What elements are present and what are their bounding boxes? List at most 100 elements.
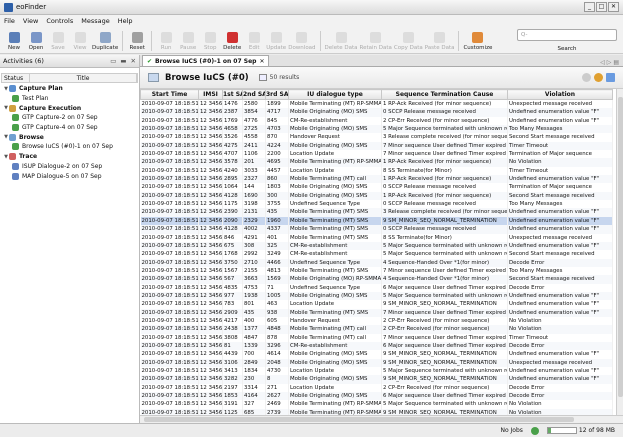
table-row[interactable]: 2010-09-07 18:18:51 12 3456 4658 2725 4703 Mo… [140, 125, 613, 134]
table-row[interactable]: 2010-09-07 18:18:51 12 3456 4240 3033 4457 Lo… [140, 166, 613, 176]
delete-button[interactable]: Delete [222, 32, 242, 51]
customize-button[interactable]: Customize [463, 32, 492, 51]
table-row[interactable]: 2010-09-07 18:18:51 12 3456 783 801 463 Locat… [140, 300, 613, 309]
run-button[interactable]: Run [156, 32, 176, 51]
table-row[interactable]: 2010-09-07 18:18:51 12 3456 4707 1106 2200 Lo… [140, 150, 613, 159]
table-row[interactable]: 2010-09-07 18:18:51 12 3456 3106 2849 2048 Mo… [140, 358, 613, 367]
tree-item-test-plan[interactable]: Test Plan [0, 94, 139, 104]
table-row[interactable]: 2010-09-07 18:18:51 12 3456 3526 4558 870 Han… [140, 133, 613, 142]
tree-item-gtp-capture-4-on-07-sep[interactable]: GTP Capture-4 on 07 Sep [0, 123, 139, 133]
table-row[interactable]: 2010-09-07 18:18:51 12 3456 3282 230 8 Mobile… [140, 375, 613, 384]
cell-sequence-termination-cause: 5 Major Sequence terminated with unknown… [381, 367, 508, 376]
table-row[interactable]: 2010-09-07 18:18:51 12 3456 2390 2131 435 Mob… [140, 208, 613, 217]
table-row[interactable]: 2010-09-07 18:18:51 12 3456 4835 4753 71 Unde… [140, 283, 613, 292]
table-row[interactable]: 2010-09-07 18:18:51 12 3456 3750 2710 4466 Un… [140, 258, 613, 267]
maximize-button[interactable]: □ [596, 2, 607, 12]
table-row[interactable]: 2010-09-07 18:18:51 12 3456 1064 144 1803 Mob… [140, 183, 613, 192]
table-row[interactable]: 2010-09-07 18:18:51 12 3456 4439 700 4614 Mob… [140, 350, 613, 359]
table-row[interactable]: 2010-09-07 18:18:51 12 3456 3808 4847 878 Mob… [140, 333, 613, 342]
memory-indicator[interactable]: 12 of 98 MB [546, 427, 615, 434]
edit-button[interactable]: Edit [244, 32, 264, 51]
tab-close-icon[interactable]: ✕ [259, 58, 264, 65]
table-row[interactable]: 2010-09-07 18:18:51 12 3456 3578 201 4695 Mob… [140, 158, 613, 167]
table-row[interactable]: 2010-09-07 18:18:51 12 3456 675 308 325 CM-Re… [140, 241, 613, 251]
column-header-sequence-termination-cause[interactable]: Sequence Termination Cause [381, 89, 508, 100]
menu-message[interactable]: Message [81, 17, 110, 25]
column-header-violation[interactable]: Violation [507, 89, 613, 100]
view-button[interactable]: View [70, 32, 90, 51]
table-row[interactable]: 2010-09-07 18:18:51 12 3456 567 3663 1569 Mob… [140, 275, 613, 284]
filter-icon[interactable] [582, 73, 591, 82]
table-row[interactable]: 2010-09-07 18:18:51 12 3456 1476 2580 1899 Mo… [140, 99, 613, 109]
table-row[interactable]: 2010-09-07 18:18:51 12 3456 4217 400 605 Hand… [140, 316, 613, 326]
duplicate-button[interactable]: Duplicate [92, 32, 118, 51]
tree-group-browse[interactable]: ▼ Browse [0, 132, 139, 142]
cell-violation: Undefined enumeration value "F" [507, 108, 613, 117]
pause-button[interactable]: Pause [178, 32, 198, 51]
reset-button[interactable]: Reset [127, 32, 147, 51]
open-button[interactable]: Open [26, 32, 46, 51]
tab-navigation-icons[interactable]: ◁ ▷ ▤ [600, 59, 623, 66]
table-row[interactable]: 2010-09-07 18:18:51 12 3456 3191 327 2469 Mob… [140, 400, 613, 409]
paste-data-button[interactable]: Paste Data [425, 32, 454, 51]
minimize-button[interactable]: _ [584, 2, 595, 12]
table-row[interactable]: 2010-09-07 18:18:51 12 3456 4128 4002 4337 Mo… [140, 225, 613, 234]
table-row[interactable]: 2010-09-07 18:18:51 12 3456 977 1938 1005 Mob… [140, 291, 613, 301]
tree-group-capture-plan[interactable]: ▼ Capture Plan [0, 84, 139, 94]
tree-group-trace[interactable]: ▼ Trace [0, 152, 139, 162]
menu-file[interactable]: File [4, 17, 15, 25]
table-row[interactable]: 2010-09-07 18:18:51 12 3456 1567 2155 4813 Mo… [140, 266, 613, 276]
horizontal-scrollbar[interactable] [140, 415, 623, 423]
table-row[interactable]: 2010-09-07 18:18:51 12 3456 1769 4776 845 CM-… [140, 116, 613, 126]
table-row[interactable]: 2010-09-07 18:18:51 12 3456 3413 1834 4730 Lo… [140, 367, 613, 376]
tree-label: Trace [19, 153, 38, 161]
refresh-icon[interactable] [594, 73, 603, 82]
pause-icon [182, 32, 194, 43]
column-header-3rd-sac[interactable]: 3rd SAC [265, 89, 289, 100]
menu-help[interactable]: Help [118, 17, 133, 25]
download-button[interactable]: Download [288, 32, 316, 51]
tree-group-capture-execution[interactable]: ▼ Capture Execution [0, 103, 139, 113]
table-row[interactable]: 2010-09-07 18:18:51 12 3456 81 1339 3296 CM-R… [140, 341, 613, 351]
table-row[interactable]: 2010-09-07 18:18:51 12 3456 4128 1690 300 Mob… [140, 191, 613, 201]
export-icon[interactable] [606, 73, 615, 82]
column-header-start-time[interactable]: Start Time [140, 89, 199, 100]
tab-browse-iucs[interactable]: ✔ Browse IuCS (#0)-1 on 07 Sep ✕ [142, 55, 270, 66]
status-column-header[interactable]: Status [2, 74, 30, 82]
search-input[interactable]: Q- [517, 29, 617, 41]
vertical-scrollbar[interactable] [616, 89, 623, 415]
table-row[interactable]: 2010-09-07 18:18:51 12 3456 2438 1377 4848 Mo… [140, 325, 613, 334]
table-row[interactable]: 2010-09-07 18:18:51 12 3456 2387 3854 4717 Mo… [140, 108, 613, 117]
table-row[interactable]: 2010-09-07 18:18:51 12 3456 1853 4164 2627 Mo… [140, 392, 613, 401]
table-row[interactable]: 2010-09-07 18:18:51 12 3456 4275 2411 4224 Mo… [140, 141, 613, 151]
delete-data-button[interactable]: Delete Data [325, 32, 358, 51]
menu-view[interactable]: View [23, 17, 38, 25]
panel-minimize-icon[interactable]: ▬ [120, 57, 126, 65]
column-header-imsi[interactable]: IMSI [198, 89, 223, 100]
table-row[interactable]: 2010-09-07 18:18:51 12 3456 2090 2329 1960 Mo… [140, 216, 613, 226]
table-row[interactable]: 2010-09-07 18:18:51 12 3456 846 4291 401 Mobi… [140, 233, 613, 242]
column-header-1st-sac[interactable]: 1st SAC [222, 89, 243, 100]
tree-item-gtp-capture-2-on-07-sep[interactable]: GTP Capture-2 on 07 Sep [0, 113, 139, 123]
retain-data-button[interactable]: Retain Data [360, 32, 392, 51]
copy-data-button[interactable]: Copy Data [394, 32, 423, 51]
table-row[interactable]: 2010-09-07 18:18:51 12 3456 2909 435 938 Mobi… [140, 308, 613, 317]
column-header-iu-dialogue-type[interactable]: IU dialogue type [288, 89, 382, 100]
table-row[interactable]: 2010-09-07 18:18:51 12 3456 1768 2992 3249 CM… [140, 250, 613, 259]
save-button[interactable]: Save [48, 32, 68, 51]
close-button[interactable]: ✕ [608, 2, 619, 12]
tree-item-isup-dialogue-2-on-07-sep[interactable]: ISUP Dialogue-2 on 07 Sep [0, 162, 139, 172]
new-button[interactable]: New [4, 32, 24, 51]
menu-controls[interactable]: Controls [46, 17, 73, 25]
update-button[interactable]: Update [266, 32, 286, 51]
panel-close-icon[interactable]: ✕ [131, 57, 136, 65]
stop-button[interactable]: Stop [200, 32, 220, 51]
panel-menu-icon[interactable]: ▭ [110, 57, 116, 65]
table-row[interactable]: 2010-09-07 18:18:51 12 3456 2895 2327 860 Mob… [140, 175, 613, 184]
title-column-header[interactable]: Title [30, 74, 137, 82]
tree-item-browse-iucs-0-1-on-07-sep[interactable]: Browse IuCS (#0)-1 on 07 Sep [0, 142, 139, 152]
tree-item-map-dialogue-5-on-07-sep[interactable]: MAP Dialogue-5 on 07 Sep [0, 171, 139, 181]
table-row[interactable]: 2010-09-07 18:18:51 12 3456 2197 3314 271 Loc… [140, 383, 613, 393]
column-header-2nd-sac[interactable]: 2nd SAC [242, 89, 266, 100]
table-row[interactable]: 2010-09-07 18:18:51 12 3456 1175 3198 3755 Un… [140, 200, 613, 209]
